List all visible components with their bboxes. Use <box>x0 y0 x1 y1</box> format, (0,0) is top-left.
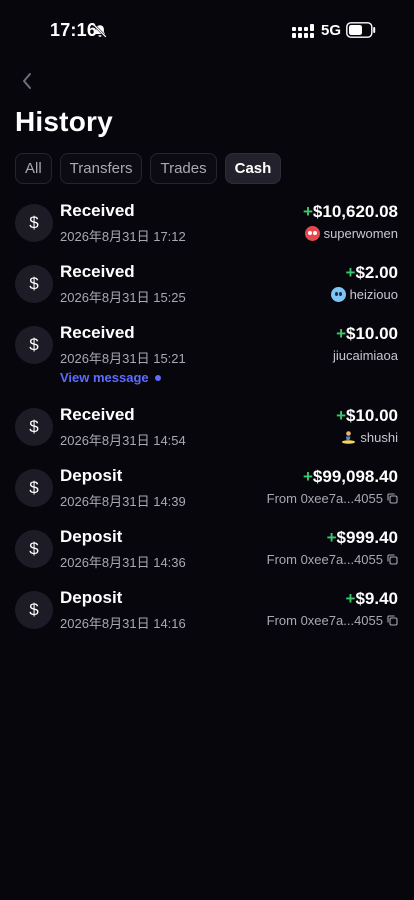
transaction-party: jiucaimiaoa <box>333 348 398 363</box>
transaction-amount: +$10.00 <box>336 406 398 426</box>
transaction-date: 2026年8月31日 14:16 <box>60 616 186 631</box>
party-name: superwomen <box>323 226 398 241</box>
transaction-title: Deposit <box>60 527 123 546</box>
copy-icon[interactable] <box>387 554 398 565</box>
tab-label: Cash <box>234 160 272 177</box>
transaction-party: From 0xee7a...4055 <box>267 552 398 567</box>
amount-value: $9.40 <box>355 589 398 608</box>
amount-sign: + <box>302 467 313 486</box>
transaction-row[interactable]: $ Deposit 2026年8月31日 14:36 +$999.40 From… <box>0 524 414 576</box>
transaction-amount: +$2.00 <box>346 263 398 283</box>
transaction-row[interactable]: $ Received 2026年8月31日 17:12 +$10,620.08 … <box>0 198 414 250</box>
transaction-row[interactable]: $ Received 2026年8月31日 15:21 +$10.00 jiuc… <box>0 320 414 392</box>
bell-muted-icon <box>93 24 107 38</box>
party-address: From 0xee7a...4055 <box>266 491 383 506</box>
dollar-icon: $ <box>15 591 53 629</box>
copy-icon[interactable] <box>387 615 398 626</box>
view-message-label: View message <box>60 370 149 385</box>
amount-value: $999.40 <box>336 528 398 547</box>
dollar-icon: $ <box>15 204 53 242</box>
tab-label: Transfers <box>69 160 133 177</box>
party-address: From 0xee7a...4055 <box>266 552 383 567</box>
tab-label: Trades <box>160 160 207 177</box>
status-time: 17:16 <box>50 20 98 40</box>
transaction-amount: +$9.40 <box>346 589 398 609</box>
transaction-title: Deposit <box>60 466 123 485</box>
transaction-party: shushi <box>341 430 398 445</box>
amount-sign: + <box>336 324 346 343</box>
party-name: heiziouo <box>349 287 398 302</box>
amount-sign: + <box>326 528 337 547</box>
status-bar: 17:16 5G <box>0 0 414 60</box>
dollar-icon: $ <box>15 326 53 364</box>
transaction-date: 2026年8月31日 15:25 <box>60 290 186 305</box>
transaction-party: superwomen <box>304 226 398 241</box>
amount-value: $2.00 <box>355 263 398 282</box>
transaction-date: 2026年8月31日 17:12 <box>60 229 186 244</box>
tab-cash[interactable]: Cash <box>224 153 282 184</box>
transaction-title: Received <box>60 201 135 220</box>
red-avatar-icon <box>304 226 320 241</box>
copy-icon[interactable] <box>387 493 398 504</box>
amount-value: $10.00 <box>346 324 398 343</box>
back-button[interactable] <box>14 68 40 94</box>
network-label: 5G <box>321 22 342 39</box>
view-message-link[interactable]: View message <box>60 370 161 385</box>
transaction-amount: +$999.40 <box>327 528 398 548</box>
transaction-date: 2026年8月31日 14:39 <box>60 494 186 509</box>
filter-tabs: All Transfers Trades Cash <box>15 153 282 184</box>
dollar-icon: $ <box>15 265 53 303</box>
transaction-date: 2026年8月31日 15:21 <box>60 351 186 366</box>
tab-trades[interactable]: Trades <box>150 153 217 184</box>
page-title: History <box>15 106 113 137</box>
transaction-row[interactable]: $ Received 2026年8月31日 15:25 +$2.00 heizi… <box>0 259 414 311</box>
party-name: shushi <box>360 430 398 445</box>
dollar-icon: $ <box>15 530 53 568</box>
amount-sign: + <box>302 202 313 221</box>
tab-label: All <box>25 160 42 177</box>
transaction-title: Received <box>60 262 135 281</box>
chevron-left-icon <box>23 73 31 89</box>
amount-value: $10,620.08 <box>312 202 398 221</box>
tab-all[interactable]: All <box>15 153 52 184</box>
amount-sign: + <box>345 589 356 608</box>
amount-value: $10.00 <box>346 406 398 425</box>
transaction-party: From 0xee7a...4055 <box>267 491 398 506</box>
transaction-row[interactable]: $ Received 2026年8月31日 14:54 +$10.00 shus… <box>0 402 414 454</box>
blue-avatar-icon <box>330 287 346 302</box>
transaction-title: Received <box>60 323 135 342</box>
transaction-amount: +$99,098.40 <box>303 467 398 487</box>
transaction-amount: +$10.00 <box>336 324 398 344</box>
transaction-title: Deposit <box>60 588 123 607</box>
transaction-row[interactable]: $ Deposit 2026年8月31日 14:16 +$9.40 From 0… <box>0 585 414 637</box>
transaction-title: Received <box>60 405 135 424</box>
tab-transfers[interactable]: Transfers <box>59 153 143 184</box>
transaction-date: 2026年8月31日 14:36 <box>60 555 186 570</box>
dollar-icon: $ <box>15 469 53 507</box>
party-address: From 0xee7a...4055 <box>266 613 383 628</box>
transaction-party: heiziouo <box>330 287 398 302</box>
amount-value: $99,098.40 <box>312 467 398 486</box>
unread-dot-icon <box>154 374 161 381</box>
dollar-icon: $ <box>15 408 53 446</box>
signal-icon <box>292 24 314 38</box>
battery-icon <box>346 22 376 38</box>
amount-sign: + <box>345 263 356 282</box>
transaction-party: From 0xee7a...4055 <box>267 613 398 628</box>
amount-sign: + <box>336 406 346 425</box>
transaction-row[interactable]: $ Deposit 2026年8月31日 14:39 +$99,098.40 F… <box>0 463 414 515</box>
transaction-date: 2026年8月31日 14:54 <box>60 433 186 448</box>
surfer-avatar-icon <box>342 431 356 444</box>
transaction-amount: +$10,620.08 <box>303 202 398 222</box>
history-screen: 17:16 5G History All Transfers Trades Ca… <box>0 0 414 900</box>
party-name: jiucaimiaoa <box>332 348 398 363</box>
